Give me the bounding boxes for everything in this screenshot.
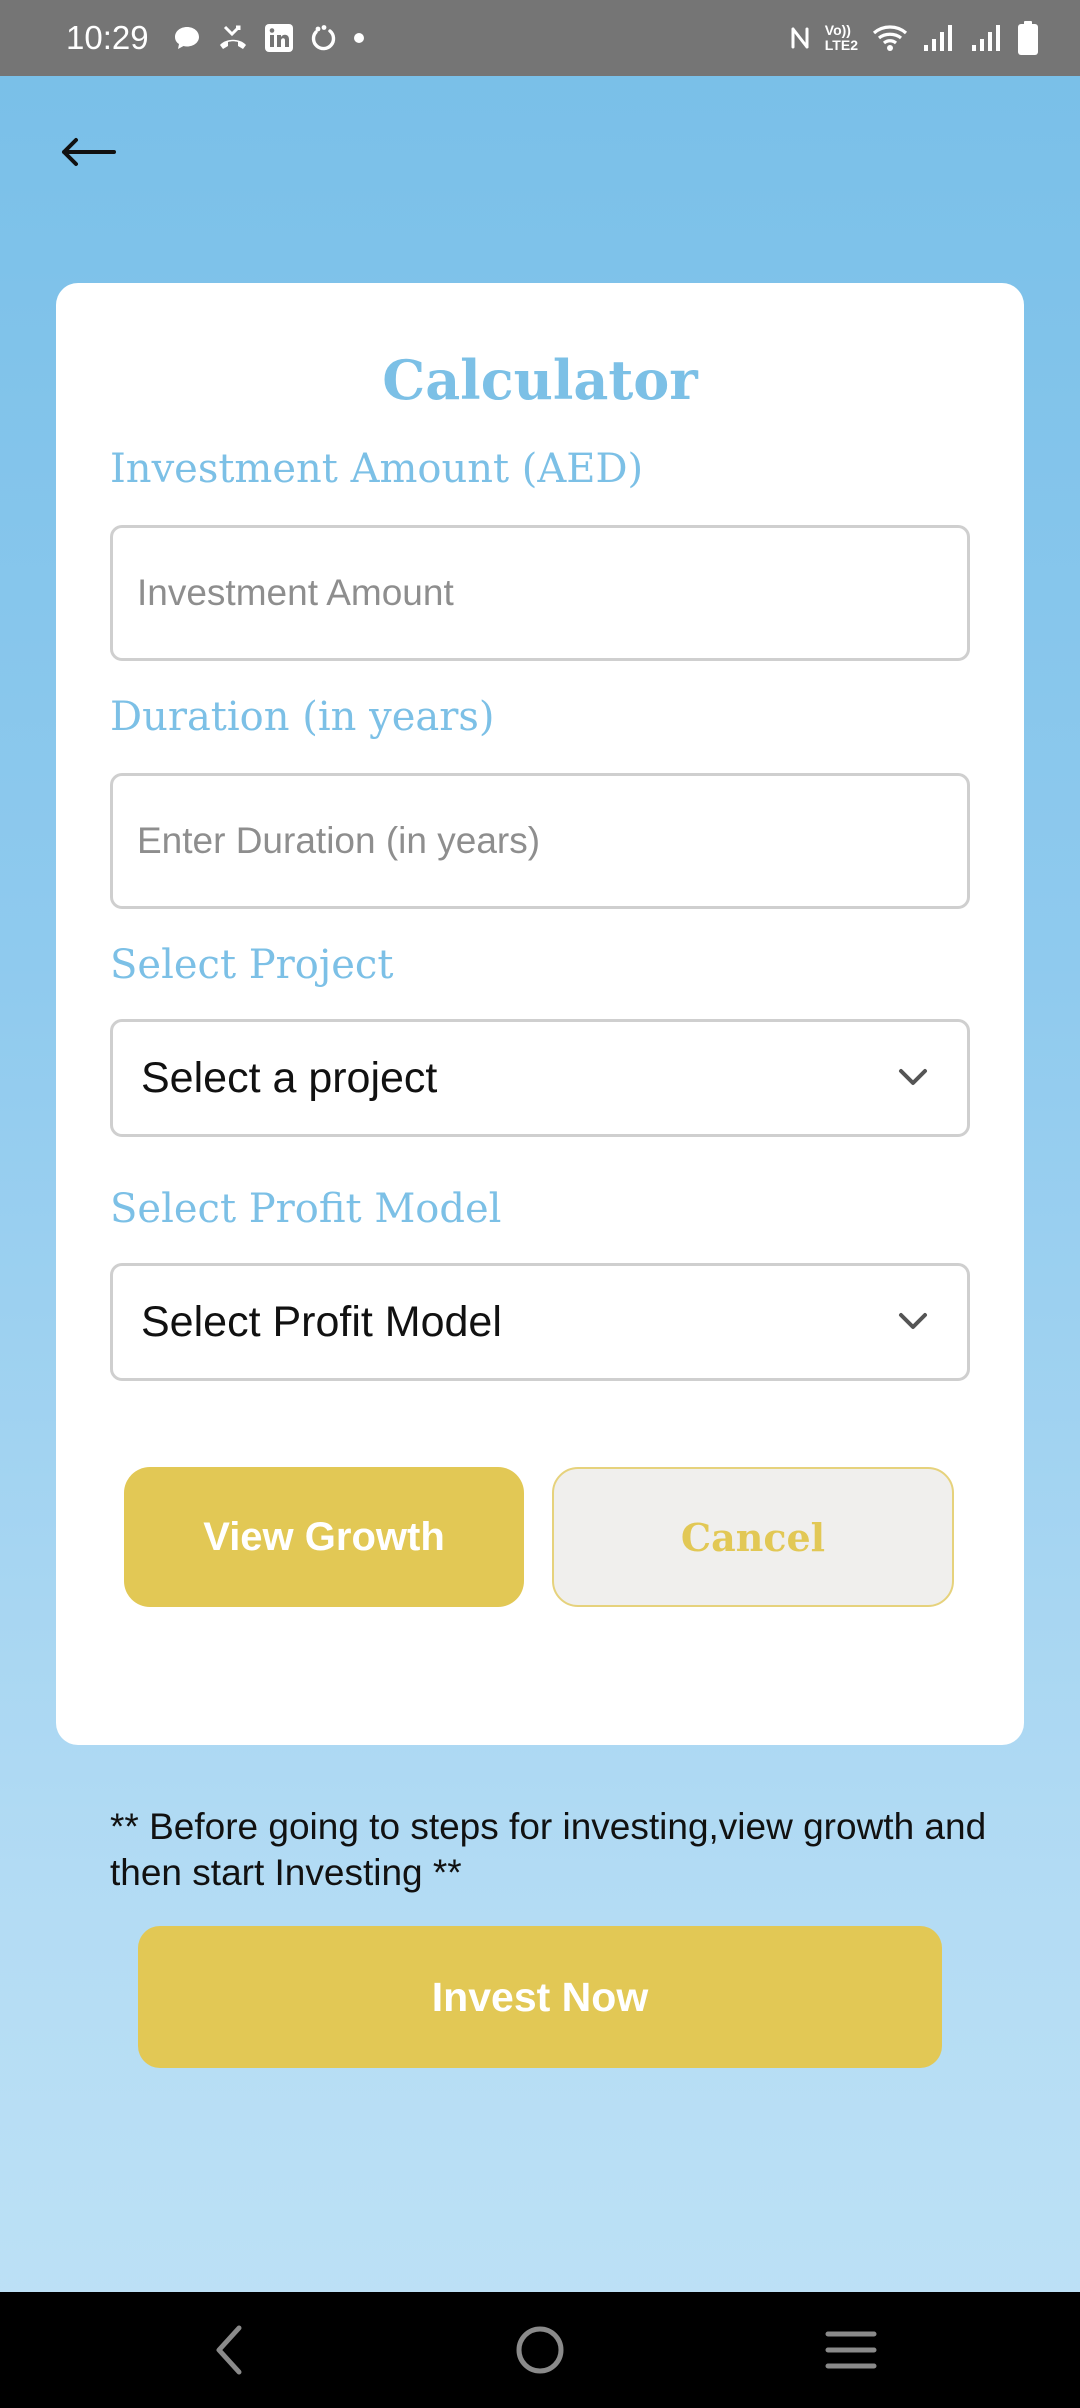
arrow-left-icon	[62, 138, 116, 166]
notification-icons	[172, 20, 366, 56]
profit-model-label: Select Profit Model	[110, 1186, 502, 1232]
nfc-icon	[789, 23, 811, 53]
linkedin-icon	[264, 23, 294, 53]
profit-model-select[interactable]: Select Profit Model	[110, 1263, 970, 1381]
cancel-button[interactable]: Cancel	[552, 1467, 954, 1607]
dot-icon	[352, 31, 366, 45]
nav-back-button[interactable]	[194, 2320, 264, 2380]
chevron-down-icon	[899, 1069, 927, 1085]
back-button[interactable]	[56, 124, 120, 180]
nav-recents-button[interactable]	[816, 2320, 886, 2380]
profit-model-select-value: Select Profit Model	[141, 1298, 502, 1346]
project-select[interactable]: Select a project	[110, 1019, 970, 1137]
calculator-card: Calculator Investment Amount (AED) Durat…	[56, 283, 1024, 1745]
nav-recents-icon	[825, 2331, 877, 2369]
status-bar: 10:29 Vo)) LTE2	[0, 0, 1080, 76]
wifi-icon	[872, 23, 908, 53]
duration-input[interactable]	[110, 773, 970, 909]
navigation-bar	[0, 2292, 1080, 2408]
project-label: Select Project	[110, 942, 394, 988]
nav-home-icon	[516, 2326, 564, 2374]
chevron-down-icon	[899, 1313, 927, 1329]
investing-note: ** Before going to steps for investing,v…	[110, 1806, 987, 1893]
battery-icon	[1018, 21, 1038, 55]
view-growth-button[interactable]: View Growth	[124, 1467, 524, 1607]
volte-icon: Vo)) LTE2	[825, 23, 858, 53]
duration-label: Duration (in years)	[110, 694, 495, 740]
project-select-value: Select a project	[141, 1054, 438, 1102]
investment-amount-label: Investment Amount (AED)	[110, 446, 644, 492]
missed-call-icon	[216, 23, 250, 53]
page-title: Calculator	[382, 348, 698, 412]
system-icons: Vo)) LTE2	[789, 18, 1038, 58]
investment-amount-input[interactable]	[110, 525, 970, 661]
volte-line1: Vo))	[824, 22, 851, 38]
signal-2-icon	[970, 23, 1004, 53]
chat-icon	[172, 23, 202, 53]
sync-icon	[308, 23, 338, 53]
status-time: 10:29	[66, 19, 149, 56]
invest-now-button[interactable]: Invest Now	[138, 1926, 942, 2068]
signal-icon	[922, 23, 956, 53]
volte-line2: LTE2	[824, 37, 858, 53]
nav-back-icon	[216, 2325, 242, 2375]
nav-home-button[interactable]	[505, 2320, 575, 2380]
